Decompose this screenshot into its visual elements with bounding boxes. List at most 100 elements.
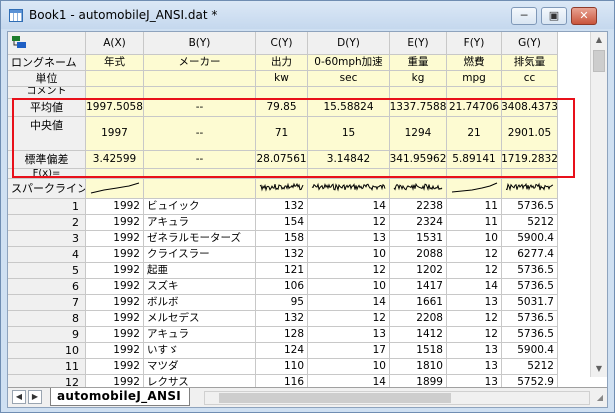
row-number[interactable]: 5	[8, 263, 86, 279]
row-label-longname[interactable]: ロングネーム	[8, 55, 86, 71]
comment-cell[interactable]	[308, 87, 390, 99]
mean-cell[interactable]: 3408.4373	[502, 99, 558, 117]
prev-sheet-icon[interactable]: ◀	[12, 390, 26, 404]
table-cell[interactable]: 13	[308, 231, 390, 247]
table-cell[interactable]: ボルボ	[144, 295, 256, 311]
table-cell[interactable]: 1992	[86, 247, 144, 263]
median-cell[interactable]: 71	[256, 117, 308, 151]
horizontal-scrollbar[interactable]	[204, 391, 590, 405]
units-cell[interactable]	[86, 71, 144, 87]
table-cell[interactable]: 1992	[86, 295, 144, 311]
table-cell[interactable]: 158	[256, 231, 308, 247]
longname-cell[interactable]: メーカー	[144, 55, 256, 71]
table-cell[interactable]: 132	[256, 199, 308, 215]
resize-grip-icon[interactable]: ◢	[593, 391, 607, 405]
table-cell[interactable]: 13	[447, 295, 502, 311]
table-cell[interactable]: 起亜	[144, 263, 256, 279]
row-number[interactable]: 4	[8, 247, 86, 263]
table-cell[interactable]: 12	[308, 215, 390, 231]
table-cell[interactable]: 2208	[390, 311, 447, 327]
row-number[interactable]: 10	[8, 343, 86, 359]
table-cell[interactable]: 1992	[86, 263, 144, 279]
table-cell[interactable]: 1992	[86, 231, 144, 247]
sparkline-cell-f[interactable]	[447, 179, 502, 199]
table-cell[interactable]: ビュイック	[144, 199, 256, 215]
mean-cell[interactable]: 21.74706	[447, 99, 502, 117]
row-number[interactable]: 1	[8, 199, 86, 215]
formula-cell[interactable]	[390, 169, 447, 179]
formula-cell[interactable]	[502, 169, 558, 179]
row-number[interactable]: 7	[8, 295, 86, 311]
col-header-e[interactable]: E(Y)	[390, 32, 447, 55]
table-cell[interactable]: ゼネラルモーターズ	[144, 231, 256, 247]
units-cell[interactable]: mpg	[447, 71, 502, 87]
select-all-corner[interactable]	[8, 32, 86, 55]
table-cell[interactable]: アキュラ	[144, 327, 256, 343]
table-cell[interactable]: クライスラー	[144, 247, 256, 263]
table-cell[interactable]: 132	[256, 311, 308, 327]
restore-button[interactable]: ▣	[541, 7, 567, 25]
mean-cell[interactable]: 1997.5058	[86, 99, 144, 117]
sparkline-cell-g[interactable]	[502, 179, 558, 199]
table-cell[interactable]: アキュラ	[144, 215, 256, 231]
units-cell[interactable]: kg	[390, 71, 447, 87]
col-header-c[interactable]: C(Y)	[256, 32, 308, 55]
formula-cell[interactable]	[144, 169, 256, 179]
table-cell[interactable]: 2238	[390, 199, 447, 215]
col-header-f[interactable]: F(Y)	[447, 32, 502, 55]
table-cell[interactable]: 12	[447, 327, 502, 343]
row-number[interactable]: 9	[8, 327, 86, 343]
table-cell[interactable]: 1661	[390, 295, 447, 311]
stdev-cell[interactable]: 3.42599	[86, 151, 144, 169]
row-number[interactable]: 11	[8, 359, 86, 375]
median-cell[interactable]: 1997	[86, 117, 144, 151]
table-cell[interactable]: 154	[256, 215, 308, 231]
longname-cell[interactable]: 排気量	[502, 55, 558, 71]
table-cell[interactable]: 1518	[390, 343, 447, 359]
comment-cell[interactable]	[502, 87, 558, 99]
mean-cell[interactable]: 15.58824	[308, 99, 390, 117]
table-cell[interactable]: 14	[447, 279, 502, 295]
table-cell[interactable]: 10	[447, 231, 502, 247]
table-cell[interactable]: 10	[308, 247, 390, 263]
col-header-a[interactable]: A(X)	[86, 32, 144, 55]
sparkline-cell-b[interactable]	[144, 179, 256, 199]
median-cell[interactable]: 21	[447, 117, 502, 151]
formula-cell[interactable]	[447, 169, 502, 179]
table-cell[interactable]: 11	[447, 199, 502, 215]
table-cell[interactable]: 13	[447, 359, 502, 375]
mean-cell[interactable]: --	[144, 99, 256, 117]
row-label-units[interactable]: 単位	[8, 71, 86, 87]
table-cell[interactable]: 12	[447, 263, 502, 279]
table-cell[interactable]: 1992	[86, 343, 144, 359]
row-number[interactable]: 6	[8, 279, 86, 295]
table-cell[interactable]: 1202	[390, 263, 447, 279]
table-cell[interactable]: 1810	[390, 359, 447, 375]
stdev-cell[interactable]: 28.07561	[256, 151, 308, 169]
row-label-comments[interactable]: コメント	[8, 87, 86, 99]
median-cell[interactable]: 15	[308, 117, 390, 151]
table-cell[interactable]: 1992	[86, 279, 144, 295]
table-cell[interactable]: 2324	[390, 215, 447, 231]
table-cell[interactable]: 121	[256, 263, 308, 279]
mean-cell[interactable]: 1337.7588	[390, 99, 447, 117]
table-cell[interactable]: 12	[447, 247, 502, 263]
table-cell[interactable]: 6277.4	[502, 247, 558, 263]
table-cell[interactable]: 128	[256, 327, 308, 343]
table-cell[interactable]: メルセデス	[144, 311, 256, 327]
units-cell[interactable]: kw	[256, 71, 308, 87]
table-cell[interactable]: 5900.4	[502, 231, 558, 247]
col-header-g[interactable]: G(Y)	[502, 32, 558, 55]
longname-cell[interactable]: 燃費	[447, 55, 502, 71]
table-cell[interactable]: 1992	[86, 311, 144, 327]
table-cell[interactable]: 5736.5	[502, 279, 558, 295]
table-cell[interactable]: 2088	[390, 247, 447, 263]
table-cell[interactable]: 5736.5	[502, 263, 558, 279]
formula-cell[interactable]	[256, 169, 308, 179]
close-button[interactable]: ✕	[571, 7, 597, 25]
longname-cell[interactable]: 年式	[86, 55, 144, 71]
comment-cell[interactable]	[86, 87, 144, 99]
stdev-cell[interactable]: --	[144, 151, 256, 169]
col-header-b[interactable]: B(Y)	[144, 32, 256, 55]
table-cell[interactable]: 13	[308, 327, 390, 343]
